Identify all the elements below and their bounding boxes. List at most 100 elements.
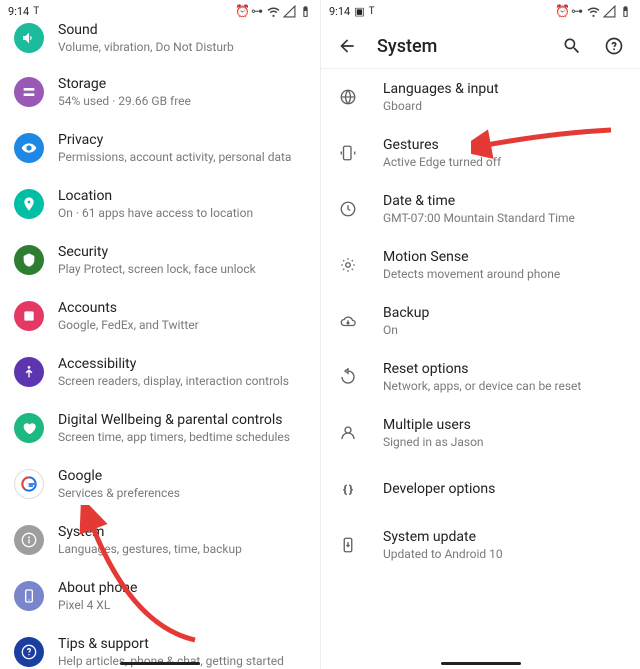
phone-icon [14,581,44,611]
svg-text:{ }: { } [343,483,353,496]
nav-handle[interactable] [120,662,200,665]
system-item-subtitle: Detects movement around phone [383,267,560,281]
settings-item-title: Tips & support [58,636,284,652]
status-time: 9:14 [329,5,350,18]
status-time: 9:14 [8,5,29,18]
signal-icon [283,5,296,18]
system-item-title: Reset options [383,361,581,377]
shield-icon [14,245,44,275]
system-list[interactable]: Languages & inputGboard Gestures Active Ed… [321,69,640,669]
heart-icon [14,413,44,443]
tesla-icon: T [33,6,39,17]
settings-item-title: Accessibility [58,356,289,372]
settings-item-subtitle: Services & preferences [58,486,180,500]
user-icon [331,424,365,442]
system-item-title: Languages & input [383,81,499,97]
system-item-subtitle: Signed in as Jason [383,435,484,449]
storage-icon [14,77,44,107]
settings-item-subtitle: On · 61 apps have access to location [58,206,253,220]
settings-item-subtitle: Screen readers, display, interaction con… [58,374,289,388]
system-item-motion-sense[interactable]: Motion SenseDetects movement around phon… [321,237,640,293]
system-item-subtitle: GMT-07:00 Mountain Standard Time [383,211,575,225]
system-item-title: Date & time [383,193,575,209]
google-icon [14,469,44,499]
help-button[interactable] [602,34,626,58]
status-icons: ⏰ ⊶ [555,5,632,18]
settings-item-accounts[interactable]: Accounts Google, FedEx, and Twitter [0,288,320,344]
system-item-title: Backup [383,305,429,321]
settings-item-location[interactable]: LocationOn · 61 apps have access to loca… [0,176,320,232]
settings-item-system[interactable]: System Languages, gestures, time, backup [0,512,320,568]
tesla-icon: T [369,6,375,17]
eye-icon [14,133,44,163]
account-icon [14,301,44,331]
signal-icon [603,5,616,18]
settings-item-digital-wellbeing-parental-controls[interactable]: Digital Wellbeing & parental controls Scr… [0,400,320,456]
search-icon [562,36,582,56]
appbar-title: System [377,36,437,57]
status-icons: ⏰ ⊶ [235,5,312,18]
settings-item-subtitle: 54% used · 29.66 GB free [58,94,191,108]
settings-item-storage[interactable]: Storage 54% used · 29.66 GB free [0,64,320,120]
wifi-icon [587,5,600,18]
system-item-title: System update [383,529,503,545]
system-item-subtitle: Updated to Android 10 [383,547,503,561]
system-item-developer-options[interactable]: { } Developer options [321,461,640,517]
system-item-title: Developer options [383,481,495,497]
settings-item-google[interactable]: Google Services & preferences [0,456,320,512]
settings-item-subtitle: Google, FedEx, and Twitter [58,318,199,332]
system-item-date-time[interactable]: Date & time GMT-07:00 Mountain Standard T… [321,181,640,237]
image-icon: ▣ [354,5,364,18]
settings-item-title: Security [58,244,256,260]
nav-handle[interactable] [441,662,521,665]
system-item-title: Multiple users [383,417,484,433]
system-item-backup[interactable]: BackupOn [321,293,640,349]
wifi-icon [267,5,280,18]
appbar: System [321,22,640,69]
settings-item-title: Google [58,468,180,484]
settings-item-title: Storage [58,76,191,92]
clock-icon [331,200,365,218]
settings-item-title: Digital Wellbeing & parental controls [58,412,290,428]
settings-item-title: About phone [58,580,137,596]
settings-item-title: System [58,524,242,540]
system-item-system-update[interactable]: System update Updated to Android 10 [321,517,640,573]
back-button[interactable] [335,34,359,58]
reset-icon [331,368,365,386]
settings-item-about-phone[interactable]: About phonePixel 4 XL [0,568,320,624]
system-item-subtitle: Active Edge turned off [383,155,501,169]
braces-icon: { } [331,480,365,498]
settings-item-privacy[interactable]: PrivacyPermissions, account activity, pe… [0,120,320,176]
help-icon [14,637,44,667]
gesture-icon [331,144,365,162]
system-item-title: Gestures [383,137,501,153]
system-item-subtitle: Network, apps, or device can be reset [383,379,581,393]
status-bar: 9:14 T ⏰ ⊶ [0,0,320,22]
battery-icon [299,5,312,18]
settings-item-title: Privacy [58,132,291,148]
info-icon [14,525,44,555]
human-icon [14,357,44,387]
system-item-languages-input[interactable]: Languages & inputGboard [321,69,640,125]
system-item-gestures[interactable]: Gestures Active Edge turned off [321,125,640,181]
settings-item-title: Sound [58,22,234,38]
key-icon: ⊶ [571,5,584,18]
settings-item-subtitle: Languages, gestures, time, backup [58,542,242,556]
system-item-multiple-users[interactable]: Multiple users Signed in as Jason [321,405,640,461]
alarm-icon: ⏰ [235,5,248,18]
pin-icon [14,189,44,219]
settings-item-sound[interactable]: SoundVolume, vibration, Do Not Disturb [0,22,320,64]
search-button[interactable] [560,34,584,58]
settings-item-security[interactable]: SecurityPlay Protect, screen lock, face … [0,232,320,288]
system-item-reset-options[interactable]: Reset options Network, apps, or device ca… [321,349,640,405]
volume-icon [14,23,44,53]
cloud-icon [331,312,365,330]
settings-pane-main: 9:14 T ⏰ ⊶ SoundVolume, vibration, Do No… [0,0,320,669]
settings-item-subtitle: Screen time, app timers, bedtime schedul… [58,430,290,444]
settings-item-title: Accounts [58,300,199,316]
status-bar: 9:14 ▣ T ⏰ ⊶ [321,0,640,22]
settings-list[interactable]: SoundVolume, vibration, Do Not DisturbSt… [0,22,320,669]
alarm-icon: ⏰ [555,5,568,18]
globe-icon [331,88,365,106]
settings-item-accessibility[interactable]: Accessibility Screen readers, display, in… [0,344,320,400]
